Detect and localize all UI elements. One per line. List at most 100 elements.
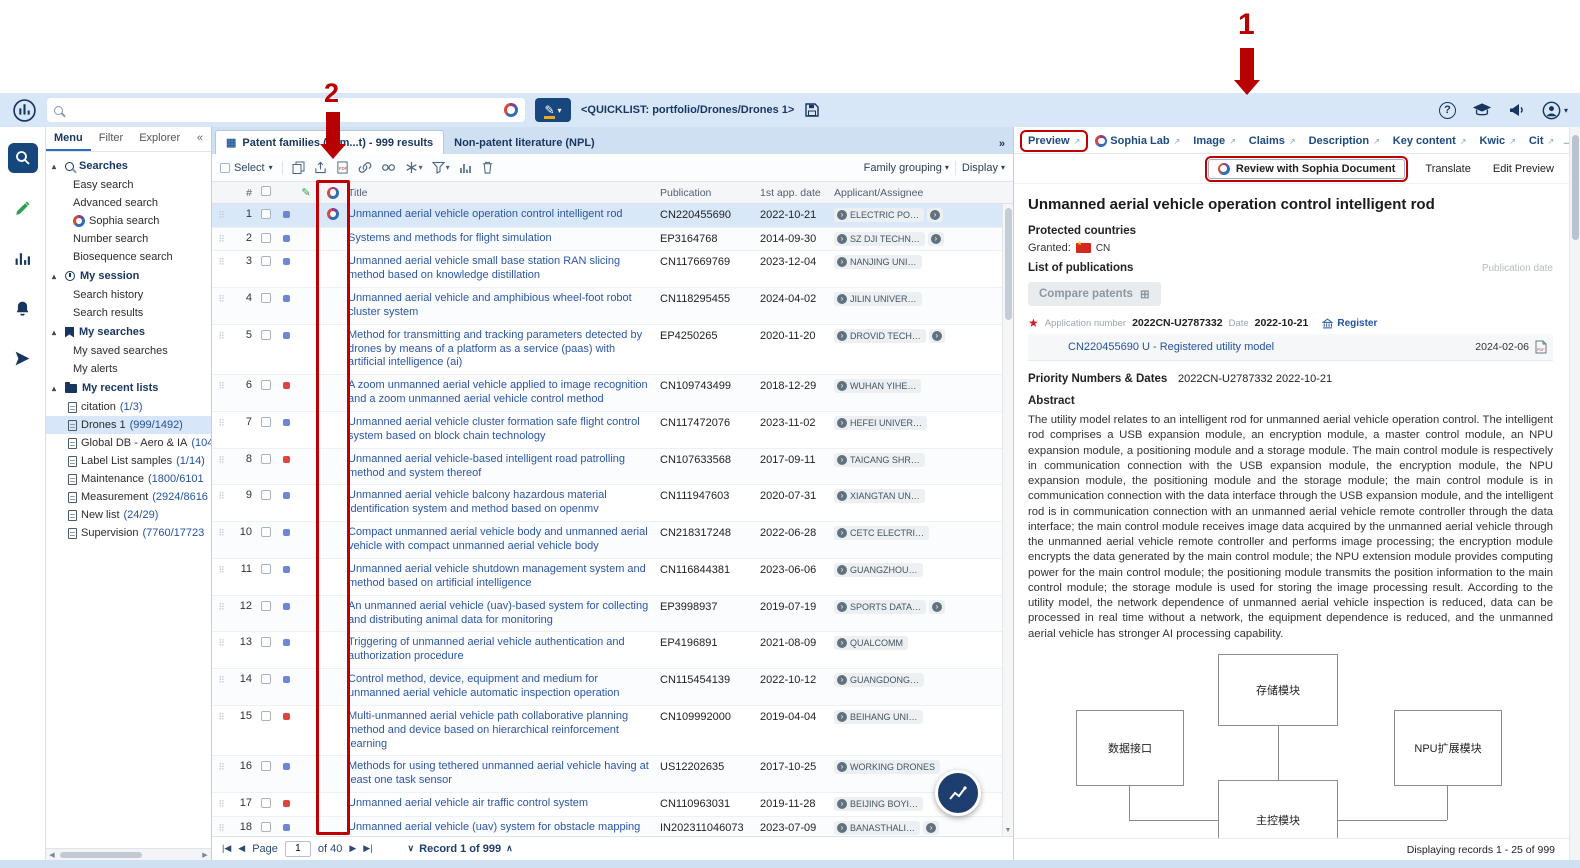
table-row[interactable]: ⠿ 1 ✎ Unmanned aerial vehicle operation … (212, 204, 1013, 228)
sidebar-item-sophia-search[interactable]: Sophia search (46, 212, 211, 230)
pdf-export-icon[interactable]: PDF (336, 161, 349, 174)
row-checkbox[interactable] (261, 232, 271, 243)
applicant-chip[interactable]: › SZ DJI TECHN… (834, 231, 925, 246)
announcements-icon[interactable] (1508, 101, 1526, 119)
applicant-chip[interactable]: › GUANGZHOU… (834, 562, 923, 577)
tab-non-patent-literature[interactable]: Non-patent literature (NPL) (444, 132, 605, 154)
scrollbar-thumb[interactable] (1005, 208, 1012, 320)
table-row[interactable]: ⠿ 10 ✎ Compact unmanned aerial vehicle b… (212, 522, 1013, 559)
row-checkbox[interactable] (261, 329, 271, 340)
column-title[interactable]: Title (348, 187, 660, 199)
highlight-settings-icon[interactable]: ▾ (405, 161, 423, 174)
sidebar-section-my-session[interactable]: ▴ My session (46, 266, 211, 286)
tab-explorer[interactable]: Explorer (131, 127, 188, 151)
sidebar-item-citation[interactable]: citation (1/3) (46, 398, 211, 416)
drag-handle[interactable]: ⠿ (212, 232, 230, 245)
sidebar-item-search-results[interactable]: Search results (46, 304, 211, 322)
applicant-chip[interactable]: › BEIHANG UNI… (834, 709, 923, 724)
review-with-sophia-button[interactable]: Review with Sophia Document (1207, 158, 1406, 179)
applicant-chip-extra[interactable]: › (923, 820, 940, 835)
applicant-chip[interactable]: › TAICANG SHR… (834, 452, 925, 467)
last-page-button[interactable]: ▶| (363, 843, 372, 854)
rail-analytics-button[interactable] (8, 243, 38, 273)
prev-page-button[interactable]: ◀ (238, 843, 245, 854)
scroll-right-icon[interactable]: ▶ (199, 851, 211, 859)
sidebar-section-my-recent-lists[interactable]: ▴ My recent lists (46, 378, 211, 398)
result-title-link[interactable]: Unmanned aerial vehicle-based intelligen… (348, 453, 652, 481)
translate-button[interactable]: Translate (1420, 160, 1475, 178)
result-title-link[interactable]: Multi-unmanned aerial vehicle path colla… (348, 710, 652, 752)
sidebar-item-label-list-samples[interactable]: Label List samples (1/14) (46, 452, 211, 470)
page-scrollbar[interactable] (1569, 127, 1580, 860)
result-title-link[interactable]: Unmanned aerial vehicle operation contro… (348, 208, 652, 222)
table-row[interactable]: ⠿ 8 ✎ Unmanned aerial vehicle-based inte… (212, 448, 1013, 486)
row-checkbox[interactable] (261, 453, 271, 464)
citation-loop-icon[interactable] (381, 161, 396, 174)
row-checkbox[interactable] (261, 563, 271, 574)
chevron-up-icon[interactable]: ∧ (506, 843, 513, 854)
drag-handle[interactable]: ⠿ (212, 636, 230, 649)
collapse-caret-icon[interactable]: ▴ (52, 384, 60, 393)
sidebar-section-my-searches[interactable]: ▴ My searches (46, 322, 211, 342)
drag-handle[interactable]: ⠿ (212, 453, 230, 466)
column-publication[interactable]: Publication (660, 187, 760, 199)
result-title-link[interactable]: Unmanned aerial vehicle balcony hazardou… (348, 489, 652, 517)
sidebar-item-my-saved-searches[interactable]: My saved searches (46, 342, 211, 360)
sidebar-item-supervision[interactable]: Supervision (7760/17723 (46, 524, 211, 542)
result-title-link[interactable]: Systems and methods for flight simulatio… (348, 232, 652, 246)
drag-handle[interactable]: ⠿ (212, 292, 230, 305)
record-navigator[interactable]: ∨ Record 1 of 999 ∧ (408, 843, 513, 855)
applicant-chip[interactable]: › BANASTHALI… (834, 820, 921, 835)
row-checkbox[interactable] (261, 710, 271, 721)
applicant-chip[interactable]: › WORKING DRONES (834, 760, 941, 775)
applicant-chip[interactable]: › NANJING UNI… (834, 255, 922, 270)
highlight-pen-button[interactable]: ✎ ▾ (535, 98, 571, 122)
applicant-chip-extra[interactable]: › (928, 328, 945, 343)
rail-alerts-button[interactable] (8, 293, 38, 323)
drag-handle[interactable]: ⠿ (212, 489, 230, 502)
rail-notes-button[interactable] (8, 193, 38, 223)
row-checkbox[interactable] (261, 798, 271, 809)
sidebar-item-search-history[interactable]: Search history (46, 286, 211, 304)
row-checkbox[interactable] (261, 527, 271, 538)
result-title-link[interactable]: Method for transmitting and tracking par… (348, 329, 652, 371)
result-title-link[interactable]: Unmanned aerial vehicle shutdown managem… (348, 563, 652, 591)
row-checkbox[interactable] (261, 256, 271, 267)
applicant-chip[interactable]: › QUALCOMM (834, 636, 909, 651)
table-row[interactable]: ⠿ 14 ✎ Control method, device, equipment… (212, 669, 1013, 706)
row-checkbox[interactable] (261, 490, 271, 501)
applicant-chip[interactable]: › DROVID TECH… (834, 328, 926, 343)
row-checkbox[interactable] (261, 761, 271, 772)
sidebar-item-measurement[interactable]: Measurement (2924/8616 (46, 488, 211, 506)
result-title-link[interactable]: An unmanned aerial vehicle (uav)-based s… (348, 600, 652, 628)
save-quicklist-button[interactable] (804, 102, 820, 118)
table-row[interactable]: ⠿ 17 ✎ Unmanned aerial vehicle air traff… (212, 793, 1013, 817)
results-scrollbar[interactable]: ▼ (1002, 204, 1013, 836)
result-title-link[interactable]: Unmanned aerial vehicle cluster formatio… (348, 416, 652, 444)
applicant-chip[interactable]: › GUANGDONG… (834, 673, 925, 688)
table-row[interactable]: ⠿ 16 ✎ Methods for using tethered unmann… (212, 756, 1013, 794)
sidebar-item-new-list[interactable]: New list (24/29) (46, 506, 211, 524)
table-row[interactable]: ⠿ 9 ✎ Unmanned aerial vehicle balcony ha… (212, 485, 1013, 523)
family-grouping-dropdown[interactable]: Family grouping ▾ (864, 162, 949, 174)
export-icon[interactable] (314, 161, 327, 174)
drag-handle[interactable]: ⠿ (212, 821, 230, 834)
drag-handle[interactable]: ⠿ (212, 526, 230, 539)
next-page-button[interactable]: ▶ (349, 843, 356, 854)
drag-handle[interactable]: ⠿ (212, 710, 230, 723)
chevron-down-icon[interactable]: ∨ (408, 843, 415, 854)
trash-icon[interactable] (481, 161, 494, 174)
sidebar-item-advanced-search[interactable]: Advanced search (46, 194, 211, 212)
drag-handle[interactable]: ⠿ (212, 600, 230, 613)
applicant-chip-extra[interactable]: › (927, 231, 944, 246)
tab-menu[interactable]: Menu (46, 127, 91, 151)
row-checkbox[interactable] (261, 821, 271, 832)
academy-icon[interactable] (1472, 101, 1492, 119)
result-title-link[interactable]: Triggering of unmanned aerial vehicle au… (348, 636, 652, 664)
drag-handle[interactable]: ⠿ (212, 329, 230, 342)
tab-claims[interactable]: Claims ↗ (1243, 132, 1302, 150)
result-title-link[interactable]: Unmanned aerial vehicle air traffic cont… (348, 797, 652, 811)
page-input[interactable] (284, 840, 311, 857)
drag-handle[interactable]: ⠿ (212, 379, 230, 392)
drag-handle[interactable]: ⠿ (212, 563, 230, 576)
